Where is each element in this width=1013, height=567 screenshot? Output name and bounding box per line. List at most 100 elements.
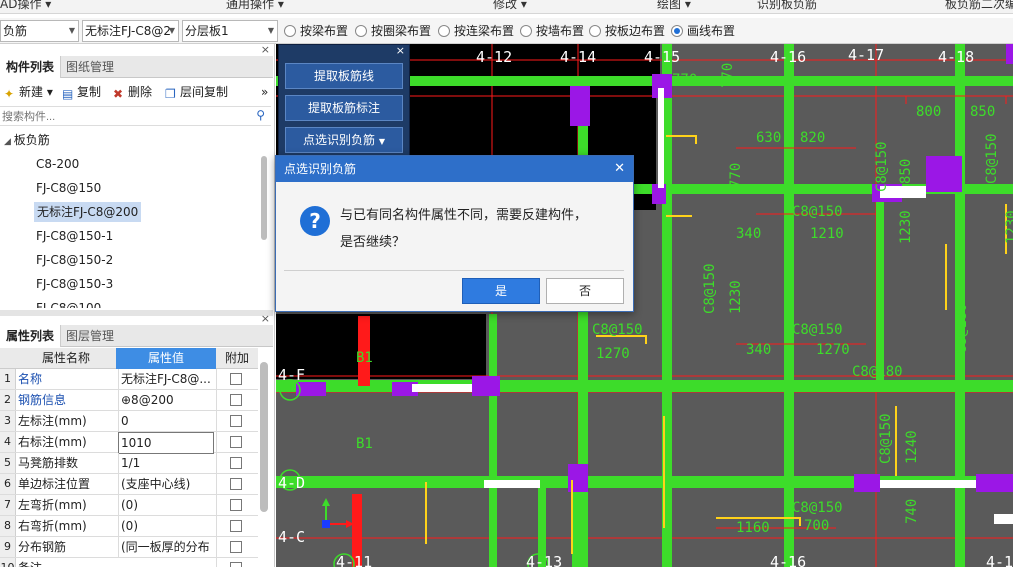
- floor-copy-label: 层间复制: [180, 85, 229, 99]
- tree-item[interactable]: FJ-C8@150: [36, 178, 101, 198]
- property-add-cell: [216, 516, 258, 536]
- property-scrollbar[interactable]: [260, 362, 268, 512]
- property-row[interactable]: 4 右标注(mm) 1010: [0, 432, 258, 454]
- radio-by-wall[interactable]: 按墙布置: [520, 23, 584, 39]
- floor-copy-button[interactable]: ❐ 层间复制: [165, 81, 228, 103]
- radio-by-beam[interactable]: 按梁布置: [284, 23, 348, 39]
- property-name: 钢筋信息: [18, 393, 67, 407]
- menu-draw[interactable]: 绘图 ▾: [657, 0, 691, 12]
- component-name-value: 无标注FJ-C8@2: [85, 24, 171, 38]
- radio-icon: [438, 25, 450, 37]
- property-row[interactable]: 1 名称 无标注FJ-C8@...: [0, 369, 258, 390]
- svg-text:1240: 1240: [904, 430, 920, 464]
- tree-root[interactable]: ◢ 板负筋: [4, 130, 50, 150]
- checkbox[interactable]: [230, 457, 242, 469]
- checkbox[interactable]: [230, 373, 242, 385]
- svg-text:800: 800: [916, 104, 941, 120]
- search-input[interactable]: [2, 108, 242, 125]
- property-value[interactable]: 无标注FJ-C8@...: [118, 369, 214, 389]
- tree-item[interactable]: FJ-C8@150-2: [36, 250, 113, 270]
- close-icon[interactable]: ×: [261, 43, 270, 56]
- tab-layer-manage[interactable]: 图层管理: [60, 325, 120, 347]
- copy-button[interactable]: ▤ 复制: [62, 81, 101, 103]
- property-value[interactable]: (同一板厚的分布: [118, 537, 214, 557]
- radio-draw-line[interactable]: 画线布置: [671, 23, 735, 39]
- property-value[interactable]: (0): [118, 516, 214, 536]
- property-row[interactable]: 10备注: [0, 558, 258, 567]
- component-type-select[interactable]: 负筋 ▼: [0, 20, 79, 42]
- menu-cad-ops[interactable]: AD操作 ▾: [0, 0, 51, 12]
- tree-scrollbar[interactable]: [261, 156, 267, 240]
- row-number: 8: [0, 516, 16, 536]
- axis-label: 4-11: [336, 553, 372, 567]
- menu-modify[interactable]: 修改 ▾: [493, 0, 527, 12]
- tab-component-list[interactable]: 构件列表: [0, 56, 62, 78]
- pick-identify-button[interactable]: 点选识别负筋 ▼: [285, 127, 403, 153]
- property-row[interactable]: 7 左弯折(mm) (0): [0, 495, 258, 516]
- checkbox[interactable]: [230, 415, 242, 427]
- menu-common-ops[interactable]: 通用操作 ▾: [226, 0, 284, 12]
- close-icon[interactable]: ×: [396, 44, 405, 57]
- property-header: 属性名称 属性值 附加: [0, 348, 258, 369]
- new-button[interactable]: ✦ 新建 ▾: [4, 81, 53, 103]
- component-actions: ✦ 新建 ▾ ▤ 复制 ✖ 删除 ❐ 层间复制 »: [0, 81, 273, 103]
- panel-splitter[interactable]: [0, 310, 273, 316]
- checkbox[interactable]: [230, 394, 242, 406]
- tree-item-selected[interactable]: 无标注FJ-C8@200: [34, 202, 142, 222]
- property-value[interactable]: (支座中心线): [118, 474, 214, 494]
- tree-item[interactable]: C8-200: [36, 154, 79, 174]
- tree-item[interactable]: FJ-C8@150-3: [36, 274, 113, 294]
- tab-drawing-manage[interactable]: 图纸管理: [60, 56, 120, 78]
- checkbox[interactable]: [230, 520, 242, 532]
- no-button[interactable]: 否: [546, 278, 624, 304]
- close-icon[interactable]: ✕: [614, 156, 625, 182]
- close-icon[interactable]: ×: [261, 312, 270, 325]
- radio-by-link-beam[interactable]: 按连梁布置: [438, 23, 514, 39]
- yes-button[interactable]: 是: [462, 278, 540, 304]
- property-value[interactable]: 1010: [118, 432, 214, 454]
- radio-by-slab-edge[interactable]: 按板边布置: [589, 23, 665, 39]
- layer-select[interactable]: 分层板1 ▼: [182, 20, 278, 42]
- radio-icon: [671, 25, 683, 37]
- property-row[interactable]: 8 右弯折(mm) (0): [0, 516, 258, 537]
- menu-neg-rebar-edit[interactable]: 板负筋二次编辑: [945, 0, 1013, 12]
- property-row[interactable]: 2 钢筋信息 ⊕8@200: [0, 390, 258, 411]
- axis-label: 4-18: [938, 48, 974, 66]
- checkbox[interactable]: [230, 436, 242, 448]
- svg-text:740: 740: [904, 499, 920, 524]
- tab-property-list[interactable]: 属性列表: [0, 325, 62, 347]
- property-value[interactable]: ⊕8@200: [118, 390, 214, 410]
- floor-copy-icon: ❐: [165, 87, 176, 101]
- component-name-select[interactable]: 无标注FJ-C8@2 ▼: [82, 20, 179, 42]
- axis-label: 4-1: [986, 553, 1013, 567]
- property-name: 左标注(mm): [18, 414, 87, 428]
- property-value[interactable]: (0): [118, 495, 214, 515]
- checkbox[interactable]: [230, 541, 242, 553]
- row-number: 7: [0, 495, 16, 515]
- property-value[interactable]: 0: [118, 411, 214, 431]
- delete-button[interactable]: ✖ 删除: [113, 81, 152, 103]
- radio-by-ring-beam[interactable]: 按圈梁布置: [355, 23, 431, 39]
- checkbox[interactable]: [230, 478, 242, 490]
- property-row[interactable]: 5 马凳筋排数 1/1: [0, 453, 258, 474]
- property-row[interactable]: 9 分布钢筋 (同一板厚的分布: [0, 537, 258, 558]
- col-add-header: 附加: [224, 351, 249, 365]
- extract-rebar-lines-button[interactable]: 提取板筋线: [285, 63, 403, 89]
- svg-text:1230: 1230: [898, 210, 914, 244]
- property-value[interactable]: 1/1: [118, 453, 214, 473]
- search-icon[interactable]: ⚲: [256, 108, 265, 122]
- tree-item[interactable]: FJ-C8@150-1: [36, 226, 113, 246]
- svg-text:850: 850: [898, 159, 914, 184]
- property-row[interactable]: 3 左标注(mm) 0: [0, 411, 258, 432]
- checkbox[interactable]: [230, 499, 242, 511]
- property-row[interactable]: 6 单边标注位置 (支座中心线): [0, 474, 258, 495]
- more-icon[interactable]: »: [261, 81, 268, 103]
- checkbox[interactable]: [230, 562, 242, 567]
- row-number: 9: [0, 537, 16, 557]
- axis-label: 4-14: [560, 48, 596, 66]
- chevron-down-icon: ▼: [267, 26, 274, 35]
- extract-rebar-labels-button[interactable]: 提取板筋标注: [285, 95, 403, 121]
- tree-item[interactable]: FJ-C8@100: [36, 298, 101, 308]
- delete-icon: ✖: [113, 87, 124, 101]
- menu-identify-neg-rebar[interactable]: 识别板负筋: [757, 0, 817, 12]
